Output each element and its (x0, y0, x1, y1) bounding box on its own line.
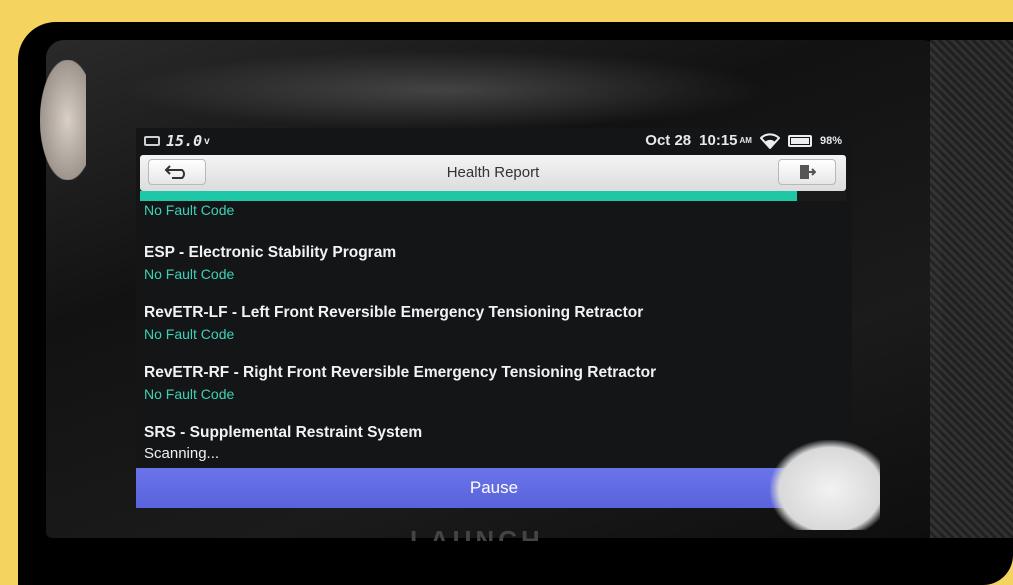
status-bar: 15.0 v Oct 28 10:15 AM 98% (136, 128, 852, 154)
voltage-value: 15.0 (166, 132, 203, 150)
list-item[interactable]: RevETR-RF - Right Front Reversible Emerg… (144, 362, 834, 404)
item-status: No Fault Code (144, 202, 235, 218)
status-time: 10:15 (699, 132, 738, 149)
hand-thumb (40, 60, 86, 180)
voltage-indicator: 15.0 v (144, 132, 210, 150)
list-item[interactable]: ESP - Electronic Stability Program No Fa… (144, 242, 834, 284)
battery-icon (787, 134, 812, 147)
item-title: ESP - Electronic Stability Program (144, 244, 397, 261)
status-ampm: AM (739, 136, 752, 145)
list-item[interactable]: No Fault Code (144, 200, 834, 222)
car-battery-icon (144, 136, 160, 146)
title-bar: Health Report (140, 155, 846, 191)
status-date: Oct 28 (645, 132, 692, 149)
exit-icon (800, 165, 816, 179)
voltage-unit: v (204, 135, 210, 147)
hand-finger (770, 440, 880, 530)
item-status: Scanning... (144, 445, 220, 462)
screen-glare (120, 50, 770, 130)
page-title: Health Report (446, 164, 540, 181)
status-right: Oct 28 10:15 AM 98% (645, 132, 842, 149)
device-screen: 15.0 v Oct 28 10:15 AM 98% Health Report (136, 128, 852, 508)
exit-button[interactable] (778, 159, 836, 185)
pause-button[interactable]: Pause (136, 468, 852, 508)
item-status: No Fault Code (144, 266, 235, 282)
item-title: RevETR-LF - Left Front Reversible Emerge… (144, 304, 644, 321)
list-item[interactable]: SRS - Supplemental Restraint System Scan… (144, 422, 834, 464)
brand-logo: LAUNCH (410, 527, 544, 541)
report-list[interactable]: No Fault Code ESP - Electronic Stability… (144, 202, 834, 464)
carbon-panel (930, 40, 1013, 538)
item-title: SRS - Supplemental Restraint System (144, 424, 423, 441)
item-status: No Fault Code (144, 326, 235, 342)
wifi-icon (759, 132, 780, 149)
battery-percent: 98% (819, 134, 842, 147)
item-title: RevETR-RF - Right Front Reversible Emerg… (144, 364, 657, 381)
list-item[interactable]: RevETR-LF - Left Front Reversible Emerge… (144, 302, 834, 344)
item-status: No Fault Code (144, 386, 235, 402)
